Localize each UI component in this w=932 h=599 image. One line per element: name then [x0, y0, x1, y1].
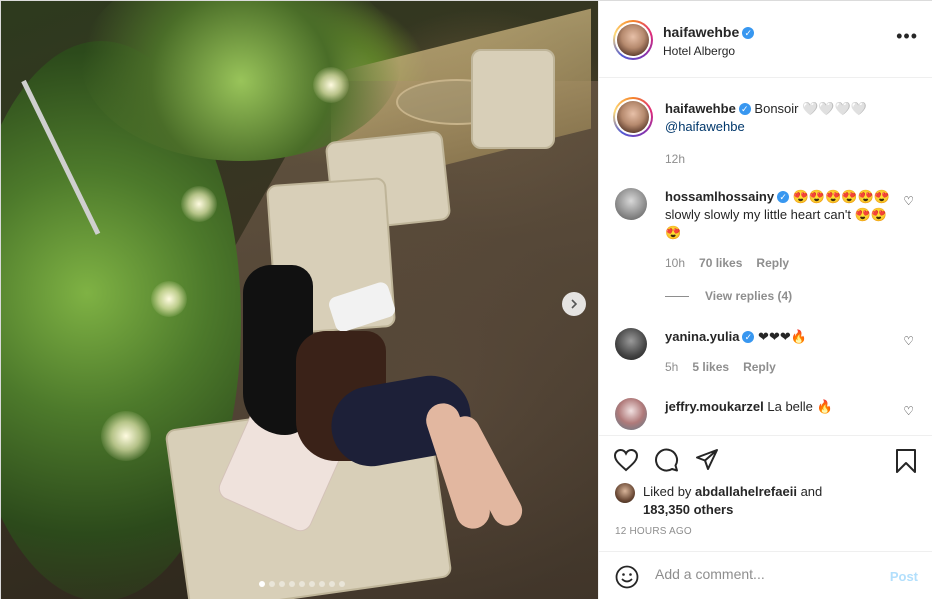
comment-username[interactable]: yanina.yulia: [665, 329, 739, 344]
post-timestamp[interactable]: 12 HOURS AGO: [615, 526, 692, 537]
carousel-dot: [329, 581, 335, 587]
caption-username[interactable]: haifawehbe: [665, 101, 736, 116]
comment-input[interactable]: [655, 566, 875, 582]
comment-username[interactable]: jeffry.moukarzel: [665, 399, 764, 414]
garden-lamp: [181, 186, 217, 222]
list-item: jeffry.moukarzel La belle 🔥 ♡: [615, 398, 920, 435]
carousel-dot: [259, 581, 265, 587]
instagram-post: haifawehbe ✓ Hotel Albergo ••• haifawehbe…: [0, 0, 932, 599]
carousel-dot: [289, 581, 295, 587]
garden-lamp: [101, 411, 151, 461]
comment-icon[interactable]: [653, 448, 679, 472]
carousel-dot: [319, 581, 325, 587]
reply-button[interactable]: Reply: [743, 360, 776, 374]
heart-icon[interactable]: ♡: [903, 404, 914, 418]
like-heart-icon[interactable]: [613, 448, 639, 472]
verified-badge-icon: ✓: [777, 191, 790, 203]
comments-list[interactable]: haifawehbe ✓ Bonsoir 🤍🤍🤍🤍 @haifawehbe 12h…: [599, 78, 932, 435]
bookmark-icon[interactable]: [895, 448, 917, 474]
share-icon[interactable]: [695, 448, 719, 472]
caption-time[interactable]: 12h: [665, 152, 685, 166]
garden-lamp: [313, 67, 349, 103]
comment-time[interactable]: 5h: [665, 360, 678, 374]
comment-text: ❤❤❤🔥: [758, 329, 807, 344]
add-comment-bar: Post: [599, 551, 932, 599]
caption-text: Bonsoir 🤍🤍🤍🤍: [754, 101, 867, 116]
comment-text: La belle 🔥: [767, 399, 833, 414]
carousel-next-button[interactable]: [562, 292, 586, 316]
carousel-dot: [299, 581, 305, 587]
wicker-chair: [471, 49, 555, 149]
header-username[interactable]: haifawehbe: [663, 24, 739, 40]
post-header: haifawehbe ✓ Hotel Albergo •••: [599, 1, 932, 78]
avatar[interactable]: [615, 483, 635, 503]
more-options-icon[interactable]: •••: [896, 27, 918, 45]
caption: haifawehbe ✓ Bonsoir 🤍🤍🤍🤍 @haifawehbe 12h: [613, 97, 920, 167]
likes-count[interactable]: 183,350 others: [643, 502, 733, 517]
avatar[interactable]: [613, 97, 653, 137]
post-actions: Liked by abdallahelrefaeii and 183,350 o…: [599, 435, 932, 551]
caption-mention[interactable]: @haifawehbe: [665, 119, 745, 134]
comment-likes[interactable]: 5 likes: [692, 360, 729, 374]
reply-button[interactable]: Reply: [756, 256, 789, 270]
verified-badge-icon: ✓: [742, 331, 755, 343]
carousel-dot: [269, 581, 275, 587]
avatar[interactable]: [615, 398, 647, 430]
avatar[interactable]: [615, 188, 647, 220]
carousel-dot: [339, 581, 345, 587]
post-side-panel: haifawehbe ✓ Hotel Albergo ••• haifawehbe…: [598, 1, 932, 599]
garden-lamp: [151, 281, 187, 317]
location-link[interactable]: Hotel Albergo: [663, 44, 735, 58]
view-replies-label: View replies (4): [705, 289, 793, 303]
avatar[interactable]: [613, 20, 653, 60]
verified-badge-icon: ✓: [738, 103, 751, 115]
avatar[interactable]: [615, 328, 647, 360]
heart-icon[interactable]: ♡: [903, 334, 914, 348]
liked-by-username[interactable]: abdallahelrefaeii: [695, 484, 797, 499]
comment-likes[interactable]: 70 likes: [699, 256, 742, 270]
heart-icon[interactable]: ♡: [903, 194, 914, 208]
post-comment-button[interactable]: Post: [890, 569, 918, 584]
comment-username[interactable]: hossamlhossainy: [665, 189, 774, 204]
likes-prefix: Liked by: [643, 484, 692, 499]
view-replies-button[interactable]: View replies (4): [665, 289, 792, 303]
chevron-right-icon: [571, 299, 578, 309]
likes-and: and: [800, 484, 823, 499]
list-item: yanina.yulia ✓ ❤❤❤🔥 ♡ 5h 5 likes Reply: [615, 328, 920, 378]
carousel-indicator: [259, 581, 345, 587]
carousel-dot: [309, 581, 315, 587]
verified-badge-icon: ✓: [742, 27, 755, 39]
emoji-icon[interactable]: [615, 565, 639, 589]
comment-time[interactable]: 10h: [665, 256, 685, 270]
divider: [665, 295, 689, 297]
post-photo[interactable]: [1, 1, 598, 599]
carousel-dot: [279, 581, 285, 587]
